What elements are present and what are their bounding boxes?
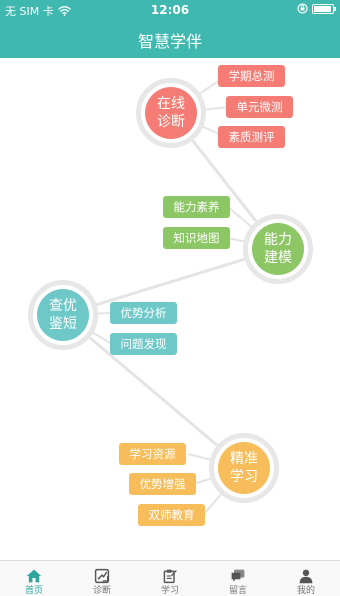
- tag-problem-discovery[interactable]: 问题发现: [110, 333, 177, 355]
- status-time: 12:06: [150, 3, 190, 17]
- tag-quality-assessment[interactable]: 素质测评: [218, 126, 285, 148]
- node-check-optimize-label: 查优鉴短: [49, 298, 77, 332]
- tab-home-label: 首页: [24, 586, 43, 596]
- diagnose-icon: [94, 568, 110, 584]
- tab-diagnose[interactable]: 诊断: [68, 561, 136, 596]
- page-title: 智慧学伴: [137, 32, 202, 51]
- node-ability-modeling[interactable]: 能力建模: [243, 214, 313, 284]
- battery-icon: [312, 3, 336, 14]
- tag-learning-resources[interactable]: 学习资源: [119, 443, 186, 465]
- tab-bar: 首页 诊断 学习 留言 我的: [0, 560, 340, 596]
- node-online-diagnose-circle: 在线诊断: [145, 87, 197, 139]
- tag-knowledge-map[interactable]: 知识地图: [163, 227, 230, 249]
- tag-semester-test[interactable]: 学期总测: [218, 65, 285, 87]
- status-right: [297, 3, 336, 14]
- node-online-diagnose[interactable]: 在线诊断: [136, 78, 206, 148]
- tab-diagnose-label: 诊断: [92, 586, 111, 596]
- study-icon: [163, 569, 177, 584]
- node-check-optimize-circle: 查优鉴短: [37, 289, 89, 341]
- tag-ability-literacy[interactable]: 能力素养: [163, 196, 230, 218]
- profile-icon: [299, 569, 313, 584]
- tag-unit-test[interactable]: 单元微测: [226, 96, 293, 118]
- status-bar: 无 SIM 卡 12:06: [0, 0, 340, 20]
- home-icon: [26, 569, 42, 583]
- tab-profile[interactable]: 我的: [272, 561, 340, 596]
- node-ability-modeling-circle: 能力建模: [252, 223, 304, 275]
- tab-profile-label: 我的: [296, 586, 315, 596]
- nav-bar: 智慧学伴: [0, 20, 340, 58]
- node-precise-learning-circle: 精准学习: [218, 442, 270, 494]
- tab-study-label: 学习: [160, 586, 179, 596]
- node-online-diagnose-label: 在线诊断: [157, 96, 185, 130]
- learning-map: 在线诊断 能力建模 查优鉴短 精准学习 学期总测 单元微测 素质测评 能力素养 …: [0, 58, 340, 560]
- node-ability-modeling-label: 能力建模: [264, 232, 292, 266]
- tag-dual-teacher[interactable]: 双师教育: [138, 504, 205, 526]
- battery-level: [314, 5, 332, 12]
- message-icon: [231, 569, 245, 582]
- tab-message-label: 留言: [228, 586, 247, 596]
- tab-study[interactable]: 学习: [136, 561, 204, 596]
- tab-message[interactable]: 留言: [204, 561, 272, 596]
- tag-strength-enhance[interactable]: 优势增强: [129, 473, 196, 495]
- node-precise-learning-label: 精准学习: [230, 451, 258, 485]
- rotation-lock-icon: [297, 3, 308, 14]
- node-precise-learning[interactable]: 精准学习: [209, 433, 279, 503]
- tag-strength-analysis[interactable]: 优势分析: [110, 302, 177, 324]
- tab-home[interactable]: 首页: [0, 561, 68, 596]
- node-check-optimize[interactable]: 查优鉴短: [28, 280, 98, 350]
